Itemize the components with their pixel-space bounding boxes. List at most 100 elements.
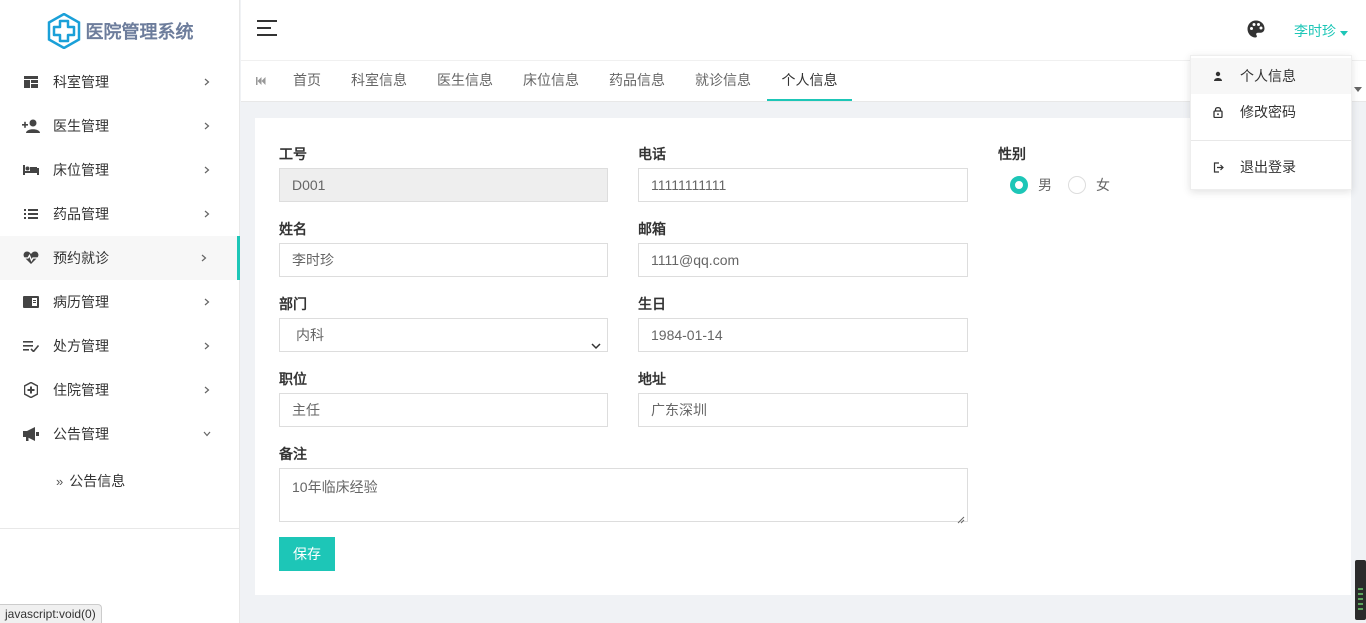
- top-header: 李时珍: [241, 0, 1366, 61]
- gender-female-radio[interactable]: 女: [1068, 175, 1110, 195]
- megaphone-icon: [22, 425, 40, 443]
- department-select[interactable]: 内科: [279, 318, 608, 352]
- hospital-cross-icon: [47, 12, 80, 49]
- save-button[interactable]: 保存: [279, 537, 335, 571]
- name-field[interactable]: 李时珍: [279, 243, 608, 277]
- department-label: 部门: [279, 296, 307, 312]
- dropdown-item-label: 个人信息: [1240, 68, 1296, 84]
- tab-department-info[interactable]: 科室信息: [351, 61, 407, 101]
- chevron-right-icon: [199, 253, 209, 263]
- gender-female-label: 女: [1096, 177, 1110, 193]
- chevron-right-icon: [202, 341, 212, 351]
- dropdown-item-label: 修改密码: [1240, 104, 1296, 120]
- sidebar-item-label: 住院管理: [53, 382, 109, 398]
- sidebar-item-appointment[interactable]: 预约就诊: [0, 236, 240, 280]
- tab-medicine-info[interactable]: 药品信息: [609, 61, 665, 101]
- id-field: D001: [279, 168, 608, 202]
- sidebar-item-label: 公告管理: [53, 426, 109, 442]
- chevron-right-icon: [202, 77, 212, 87]
- scrollbar-widget[interactable]: [1355, 560, 1366, 620]
- gender-male-radio[interactable]: 男: [1010, 175, 1052, 195]
- phone-field[interactable]: 11111111111: [638, 168, 968, 202]
- dropdown-item-label: 退出登录: [1240, 159, 1296, 175]
- sidebar-item-notice[interactable]: 公告管理: [0, 412, 240, 456]
- sidebar-item-prescription[interactable]: 处方管理: [0, 324, 240, 368]
- tab-scroll-left-icon[interactable]: [255, 74, 269, 88]
- email-field[interactable]: 1111@qq.com: [638, 243, 968, 277]
- sidebar-item-label: 科室管理: [53, 74, 109, 90]
- person-icon: [1212, 70, 1224, 82]
- sidebar-subitem-label: 公告信息: [69, 473, 126, 489]
- address-label: 地址: [638, 371, 666, 387]
- tab-home[interactable]: 首页: [293, 61, 321, 101]
- sidebar-subitem-notice-info[interactable]: » 公告信息: [0, 456, 240, 506]
- sidebar-item-label: 病历管理: [53, 294, 109, 310]
- dropdown-item-change-password[interactable]: 修改密码: [1191, 94, 1351, 130]
- sidebar-item-label: 处方管理: [53, 338, 109, 354]
- address-field[interactable]: 广东深圳: [638, 393, 968, 427]
- dropdown-divider: [1191, 140, 1351, 141]
- birthday-label: 生日: [638, 296, 666, 312]
- tab-visit-info[interactable]: 就诊信息: [695, 61, 751, 101]
- phone-label: 电话: [638, 146, 666, 162]
- caret-down-icon: [1340, 23, 1348, 39]
- gender-male-label: 男: [1038, 177, 1052, 193]
- chevron-down-icon: [591, 330, 601, 350]
- remark-label: 备注: [279, 446, 307, 462]
- resize-grip-icon[interactable]: [957, 511, 965, 524]
- chevron-right-icon: [202, 385, 212, 395]
- username-label: 李时珍: [1294, 23, 1336, 39]
- double-chevron-right-icon: »: [56, 473, 64, 489]
- sidebar-item-label: 药品管理: [53, 206, 109, 222]
- list-icon: [22, 205, 40, 223]
- id-label: 工号: [279, 146, 307, 162]
- shield-plus-icon: [22, 381, 40, 399]
- chevron-right-icon: [202, 209, 212, 219]
- user-menu-trigger[interactable]: 李时珍: [1294, 21, 1348, 41]
- sidebar-item-label: 床位管理: [53, 162, 109, 178]
- logo[interactable]: 医院管理系统: [0, 0, 239, 61]
- sidebar-item-label: 预约就诊: [53, 250, 109, 266]
- menu-toggle-icon[interactable]: [257, 20, 279, 40]
- chevron-down-icon: [202, 429, 212, 439]
- sidebar-item-records[interactable]: 病历管理: [0, 280, 240, 324]
- dashboard-icon: [22, 73, 40, 91]
- chevron-right-icon: [202, 165, 212, 175]
- sidebar: 医院管理系统 科室管理 医生管理 床位管理 药品管理 预约就诊 病历管理 处方管…: [0, 0, 240, 623]
- gender-label: 性别: [998, 146, 1026, 162]
- tab-personal-info[interactable]: 个人信息: [767, 61, 852, 101]
- tab-bed-info[interactable]: 床位信息: [523, 61, 579, 101]
- user-dropdown-menu: 个人信息 修改密码 退出登录: [1190, 55, 1352, 190]
- tab-doctor-info[interactable]: 医生信息: [437, 61, 493, 101]
- sidebar-item-doctor[interactable]: 医生管理: [0, 104, 240, 148]
- name-label: 姓名: [279, 221, 307, 237]
- user-add-icon: [22, 117, 40, 135]
- remark-text: 10年临床经验: [292, 479, 378, 495]
- app-title: 医院管理系统: [85, 21, 194, 42]
- sidebar-divider: [0, 528, 239, 529]
- logout-icon: [1212, 161, 1224, 173]
- sidebar-item-inpatient[interactable]: 住院管理: [0, 368, 240, 412]
- sidebar-item-department[interactable]: 科室管理: [0, 60, 240, 104]
- remark-textarea[interactable]: 10年临床经验: [279, 468, 968, 524]
- dropdown-item-logout[interactable]: 退出登录: [1191, 149, 1351, 185]
- heartbeat-icon: [22, 249, 40, 267]
- radio-checked-icon: [1010, 176, 1028, 194]
- department-select-value: 内科: [296, 327, 324, 343]
- chevron-right-icon: [202, 121, 212, 131]
- palette-icon[interactable]: [1247, 20, 1267, 40]
- checklist-icon: [22, 337, 40, 355]
- birthday-field[interactable]: 1984-01-14: [638, 318, 968, 352]
- dropdown-item-profile[interactable]: 个人信息: [1191, 58, 1351, 94]
- email-label: 邮箱: [638, 221, 666, 237]
- position-label: 职位: [279, 371, 307, 387]
- bed-icon: [22, 161, 40, 179]
- position-field[interactable]: 主任: [279, 393, 608, 427]
- book-icon: [22, 293, 40, 311]
- browser-status-bar: javascript:void(0): [0, 604, 102, 623]
- sidebar-item-medicine[interactable]: 药品管理: [0, 192, 240, 236]
- lock-icon: [1212, 106, 1224, 118]
- tab-more-caret-icon[interactable]: [1354, 79, 1362, 92]
- radio-unchecked-icon: [1068, 176, 1086, 194]
- sidebar-item-bed[interactable]: 床位管理: [0, 148, 240, 192]
